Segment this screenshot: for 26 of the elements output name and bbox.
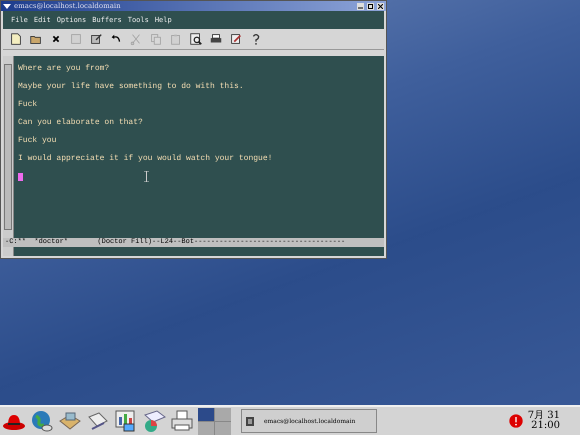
alert-icon[interactable] xyxy=(508,413,524,429)
app-icon xyxy=(246,416,254,426)
minimize-button[interactable] xyxy=(357,2,364,10)
customize-icon[interactable] xyxy=(229,32,243,46)
text-line: Can you elaborate on that? xyxy=(18,117,144,129)
text-line: Fuck xyxy=(18,99,38,111)
scrollbar-thumb[interactable] xyxy=(4,64,12,230)
spreadsheet-icon[interactable] xyxy=(142,409,166,433)
save-as-icon[interactable] xyxy=(89,32,103,46)
printer-icon[interactable] xyxy=(170,409,194,433)
close-button[interactable] xyxy=(377,2,384,10)
search-icon[interactable] xyxy=(189,32,203,46)
clock[interactable]: 7月 31 21:00 xyxy=(528,411,560,431)
clock-date: 7月 31 xyxy=(528,411,560,421)
text-line: Where are you from? xyxy=(18,63,110,75)
maximize-button[interactable] xyxy=(367,2,374,10)
clock-time: 21:00 xyxy=(531,421,560,431)
text-line: Fuck you xyxy=(18,135,58,147)
text-line: Maybe your life have something to do with this. xyxy=(18,81,245,93)
new-icon[interactable] xyxy=(9,32,23,46)
text-cursor-icon xyxy=(144,171,149,182)
scrollbar[interactable] xyxy=(3,56,14,238)
workspace[interactable] xyxy=(198,408,214,420)
globe-icon[interactable] xyxy=(30,409,54,433)
text-line: I would appreciate it if you would watch your tongue! xyxy=(18,153,274,165)
minibuffer[interactable] xyxy=(3,247,384,256)
